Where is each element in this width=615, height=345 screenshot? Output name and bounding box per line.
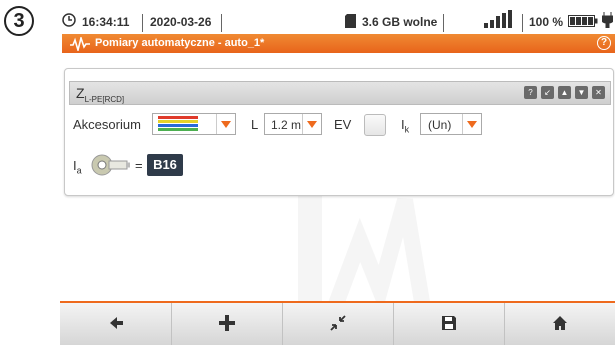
status-bar: 16:34:11 2020-03-26 3.6 GB wolne 100 % (62, 10, 615, 32)
ev-checkbox[interactable] (364, 114, 386, 136)
measurement-panel: ZL-PE[RCD] ? ↙ ▲ ▼ ✕ Akcesorium L 1.2 m … (64, 68, 614, 196)
add-button[interactable] (171, 303, 283, 345)
panel-collapse-icon[interactable]: ↙ (541, 86, 554, 99)
save-button[interactable] (393, 303, 505, 345)
panel-close-icon[interactable]: ✕ (592, 86, 605, 99)
plug-icon (601, 12, 614, 31)
step-number-badge: 3 (4, 6, 34, 36)
status-battery: 100 % (529, 15, 564, 29)
collapse-icon (329, 315, 346, 331)
status-storage: 3.6 GB wolne (362, 15, 438, 29)
ik-label: Ik (401, 117, 410, 135)
back-button[interactable] (60, 303, 172, 345)
status-date: 2020-03-26 (150, 15, 212, 29)
ia-label: Ia (73, 158, 82, 176)
save-icon (441, 316, 456, 330)
panel-help-icon[interactable]: ? (524, 86, 537, 99)
fuse-button[interactable]: B16 (147, 154, 183, 176)
wave-icon (70, 35, 90, 54)
arrow-left-icon (109, 317, 123, 329)
ev-label: EV (334, 117, 352, 132)
collapse-button[interactable] (282, 303, 394, 345)
status-time: 16:34:11 (82, 15, 130, 29)
plus-icon (218, 315, 235, 331)
length-label: L (251, 117, 259, 132)
signal-icon (484, 10, 512, 31)
help-icon[interactable]: ? (597, 36, 611, 50)
sd-card-icon (345, 14, 356, 31)
panel-title: ZL-PE[RCD] (76, 85, 125, 104)
test-leads-icon (158, 116, 204, 137)
panel-header: ZL-PE[RCD] ? ↙ ▲ ▼ ✕ (69, 81, 611, 105)
home-button[interactable] (504, 303, 615, 345)
page-title: Pomiary automatyczne - auto_1* (95, 37, 265, 49)
clock-icon (62, 13, 76, 30)
fuse-icon (91, 154, 131, 181)
length-select[interactable]: 1.2 m (264, 113, 322, 135)
title-bar: Pomiary automatyczne - auto_1* ? (62, 34, 615, 54)
accessory-label: Akcesorium (73, 117, 141, 132)
ik-select[interactable]: (Un) (420, 113, 482, 135)
home-icon (552, 316, 567, 330)
ia-equals: = (135, 158, 143, 173)
panel-down-icon[interactable]: ▼ (575, 86, 588, 99)
length-value: 1.2 m (271, 118, 302, 132)
panel-up-icon[interactable]: ▲ (558, 86, 571, 99)
battery-icon (568, 15, 598, 30)
bottom-toolbar (60, 301, 615, 345)
ik-value: (Un) (428, 118, 452, 132)
accessory-select[interactable] (152, 113, 236, 135)
